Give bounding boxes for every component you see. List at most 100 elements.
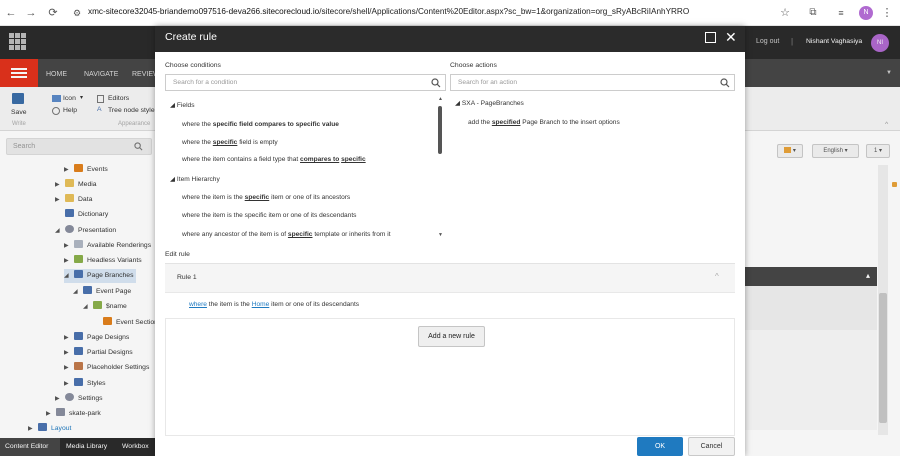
section-header-bar[interactable]: ▴ [745,267,877,286]
condition-item[interactable]: where the item is the specific item or o… [182,194,350,201]
address-bar[interactable]: xmc-sitecore32045-briandemo097516-deva26… [88,7,689,16]
scroll-down-icon[interactable]: ▼ [438,232,443,238]
expand-arrow-icon[interactable]: ▶ [64,377,74,391]
save-button[interactable]: Save [11,109,27,116]
tree-node-selected[interactable]: ◢ Page Branches [64,269,137,283]
tree-node-style-button[interactable]: Tree node style [108,107,155,114]
condition-group-fields[interactable]: ◢ Fields [170,101,195,109]
tree-node[interactable]: ▶ Layout [28,422,71,436]
reload-icon[interactable]: ⟳ [46,6,60,20]
conditions-scrollbar-thumb[interactable] [438,106,442,154]
tree-node[interactable]: ▶ Placeholder Settings [64,361,149,375]
search-icon[interactable] [134,142,143,151]
condition-search-input[interactable]: Search for a condition [165,74,446,91]
tree-node[interactable]: ▶ Media [55,178,97,192]
tree-node[interactable]: ▶ Events [64,163,108,177]
tree-node[interactable]: Dictionary [55,208,108,222]
collapse-arrow-icon[interactable]: ◢ [55,224,65,238]
expand-arrow-icon[interactable]: ▶ [64,239,74,253]
collapse-arrow-icon[interactable]: ◢ [170,176,177,183]
tree-node[interactable]: Event Section [93,316,158,330]
tree-node[interactable]: ◢ $name [83,300,127,314]
tab-content-editor[interactable]: Content Editor [5,443,48,450]
expand-arrow-icon[interactable]: ▶ [46,407,56,421]
condition-item[interactable]: where the specific field compares to spe… [182,121,339,128]
logout-link[interactable]: Log out [756,38,779,45]
expand-arrow-icon[interactable]: ▶ [64,163,74,177]
version-dropdown[interactable]: 1 ▾ [866,144,890,158]
condition-item[interactable]: where the item is the specific item or o… [182,212,356,219]
scrollbar-thumb[interactable] [879,293,887,423]
action-item[interactable]: add the specified Page Branch to the ins… [468,119,620,126]
tree-node[interactable]: ◢ Presentation [55,224,116,238]
tree-node[interactable]: ▶ Partial Designs [64,346,133,360]
expand-arrow-icon[interactable]: ▶ [64,346,74,360]
collapse-arrow-icon[interactable]: ◢ [73,285,83,299]
expand-arrow-icon[interactable]: ▶ [55,392,65,406]
condition-group-item-hierarchy[interactable]: ◢ Item Hierarchy [170,175,220,183]
scroll-up-icon[interactable]: ▲ [438,96,443,102]
bookmark-star-icon[interactable]: ☆ [778,6,792,20]
action-group-sxa[interactable]: ◢ SXA - PageBranches [455,99,524,107]
condition-item[interactable]: where the item contains a field type tha… [182,156,366,163]
forward-icon[interactable]: → [24,6,38,20]
rule-header[interactable]: Rule 1 ^ [165,263,735,292]
cancel-button[interactable]: Cancel [688,437,735,456]
app-launcher-icon[interactable] [9,33,27,51]
expand-arrow-icon[interactable]: ▶ [64,361,74,375]
collapse-arrow-icon[interactable]: ◢ [455,100,462,107]
condition-item[interactable]: where the specific field is empty [182,139,278,146]
tab-home[interactable]: HOME [46,71,67,78]
help-button[interactable]: Help [63,107,77,114]
ok-button[interactable]: OK [637,437,683,456]
rule-condition[interactable]: where the item is the Home item or one o… [189,301,359,308]
save-icon[interactable] [12,93,24,104]
reading-list-icon[interactable]: ≡ [834,6,848,20]
collapse-arrow-icon[interactable]: ◢ [83,300,93,314]
tree-node[interactable]: ▶ Settings [55,392,103,406]
add-new-rule-button[interactable]: Add a new rule [418,326,485,347]
profile-avatar[interactable]: N [859,6,873,20]
tree-node[interactable]: ▶ Available Renderings [64,239,151,253]
tree-node[interactable]: ▶ Page Designs [64,331,129,345]
tree-node[interactable]: ◢ Event Page [73,285,131,299]
tree-node[interactable]: ▶ Headless Variants [64,254,142,268]
conditions-scrollbar[interactable] [591,96,599,236]
chevron-up-icon[interactable]: ▴ [866,271,870,280]
action-search-input[interactable]: Search for an action [450,74,735,91]
extensions-icon[interactable]: ⧉ [806,6,820,20]
site-info-icon[interactable]: ⚙ [70,6,84,20]
close-icon[interactable]: ✕ [725,28,737,46]
editors-button[interactable]: Editors [108,95,129,102]
hamburger-menu-icon[interactable] [0,59,38,87]
search-icon[interactable] [720,78,730,88]
tree-node[interactable]: ▶ Styles [64,377,106,391]
browser-menu-icon[interactable]: ⋮ [880,6,894,20]
ribbon-expand-icon[interactable]: ^ [885,121,888,128]
expand-arrow-icon[interactable]: ▶ [55,193,65,207]
tree-node[interactable]: ▶ Data [55,193,92,207]
ribbon-collapse-icon[interactable]: ▼ [886,70,892,76]
tab-media-library[interactable]: Media Library [66,443,107,450]
icon-button[interactable]: Icon [63,95,76,102]
language-dropdown[interactable]: English ▾ [812,144,859,158]
tree-node[interactable]: ▶ skate-park [46,407,101,421]
rule-where-link[interactable]: where [189,301,207,308]
maximize-icon[interactable] [705,32,716,43]
collapse-arrow-icon[interactable]: ◢ [170,102,177,109]
tab-navigate[interactable]: NAVIGATE [84,71,118,78]
expand-arrow-icon[interactable]: ▶ [64,331,74,345]
collapse-arrow-icon[interactable]: ◢ [64,269,74,283]
expand-arrow-icon[interactable]: ▶ [55,178,65,192]
back-icon[interactable]: ← [4,6,18,20]
user-avatar[interactable]: NI [871,34,889,52]
lock-dropdown-button[interactable]: ▾ [777,144,803,158]
tree-search-input[interactable]: Search [6,138,152,155]
search-icon[interactable] [431,78,441,88]
tab-workbox[interactable]: Workbox [122,443,149,450]
expand-arrow-icon[interactable]: ▶ [28,422,38,436]
condition-item[interactable]: where any ancestor of the item is of spe… [182,231,391,238]
rule-home-link[interactable]: Home [252,301,270,308]
chevron-up-icon[interactable]: ^ [715,272,719,281]
expand-arrow-icon[interactable]: ▶ [64,254,74,268]
